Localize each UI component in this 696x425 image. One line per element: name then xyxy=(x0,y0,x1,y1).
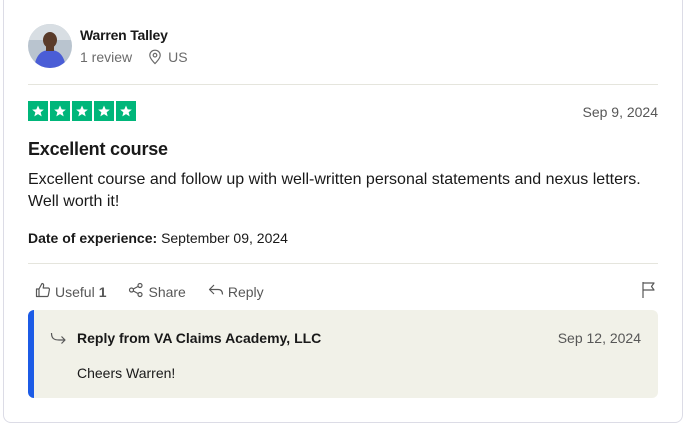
avatar[interactable] xyxy=(28,24,72,68)
reply-text: Cheers Warren! xyxy=(77,365,176,381)
star-icon xyxy=(72,101,92,121)
flag-icon[interactable] xyxy=(641,281,657,299)
share-button[interactable]: Share xyxy=(128,282,186,301)
reply-button[interactable]: Reply xyxy=(208,282,264,301)
reviewer-meta: 1 review US xyxy=(80,49,188,65)
reply-label: Reply xyxy=(227,283,264,300)
review-body: Excellent course and follow up with well… xyxy=(28,171,641,210)
share-label: Share xyxy=(148,283,186,300)
company-reply: Reply from VA Claims Academy, LLC Sep 12… xyxy=(28,310,658,398)
reviewer-name[interactable]: Warren Talley xyxy=(80,27,168,43)
star-icon xyxy=(94,101,114,121)
divider xyxy=(28,263,658,264)
review-actions: Useful 1 Share Reply xyxy=(35,282,286,301)
experience-label: Date of experience: xyxy=(28,230,158,246)
star-rating xyxy=(28,101,136,121)
reply-arrow-icon xyxy=(208,282,228,301)
review-date: Sep 9, 2024 xyxy=(582,104,658,120)
location-pin-icon xyxy=(148,49,162,65)
review-title[interactable]: Excellent course xyxy=(28,139,168,160)
useful-count: 1 xyxy=(98,283,107,300)
star-icon xyxy=(28,101,48,121)
reply-title: Reply from VA Claims Academy, LLC xyxy=(77,330,322,346)
useful-button[interactable]: Useful 1 xyxy=(35,282,106,301)
share-icon xyxy=(128,282,148,301)
review-count: 1 review xyxy=(80,49,133,65)
divider xyxy=(28,84,658,85)
reply-date: Sep 12, 2024 xyxy=(557,330,641,346)
company-reply-icon xyxy=(50,331,68,352)
reviewer-country: US xyxy=(168,49,188,65)
thumbs-up-icon xyxy=(35,282,55,301)
star-icon xyxy=(50,101,70,121)
date-of-experience: Date of experience: September 09, 2024 xyxy=(28,230,288,246)
experience-date: September 09, 2024 xyxy=(161,230,288,246)
useful-label: Useful xyxy=(55,283,95,300)
star-icon xyxy=(116,101,136,121)
